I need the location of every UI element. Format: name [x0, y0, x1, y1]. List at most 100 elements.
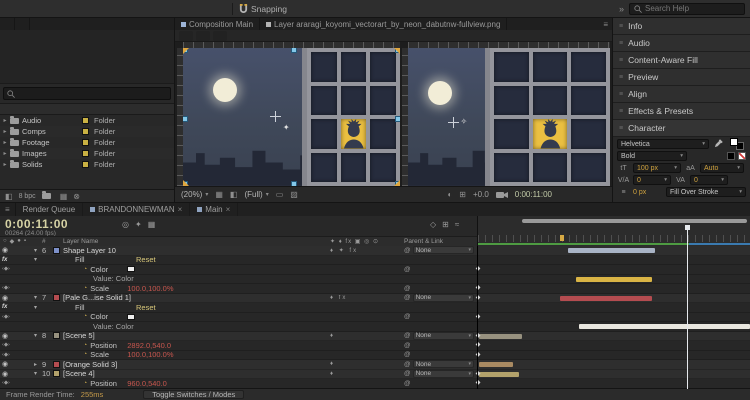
layer-anchor-crosshair[interactable] [448, 117, 459, 128]
parent-select[interactable]: None▾ [413, 294, 474, 302]
av-feature-cell[interactable]: ◉ fx ‹◆› [0, 370, 34, 378]
property-value[interactable]: 100.0,100.0% [127, 284, 173, 293]
av-feature-cell[interactable]: ◉ fx ‹◆› [0, 304, 34, 310]
parent-link-cell[interactable]: @ None▾ [404, 246, 477, 254]
project-color-depth[interactable]: 8 bpc [19, 193, 36, 200]
parent-link-cell[interactable]: @ ▾ [404, 285, 477, 292]
timeline-row[interactable]: ◉ fx ‹◆› ◔ Scale 100.0,100.0% [0, 351, 750, 361]
timeline-row[interactable]: ◉ fx ‹◆› ◔ Value: Color @ [0, 275, 750, 285]
composition-view-right[interactable]: ✧ [402, 42, 610, 186]
project-item-row[interactable]: ▸ Audio Folder [0, 115, 174, 126]
layer-duration-track[interactable] [477, 275, 750, 284]
parent-link-cell[interactable]: @ ▾ [404, 266, 477, 273]
project-item-row[interactable]: ▸ Solids Folder [0, 159, 174, 170]
timeline-tab[interactable]: BRANDONNEWMAN × [83, 203, 190, 216]
panel-tab[interactable] [15, 18, 30, 30]
selection-handle[interactable] [396, 117, 400, 121]
solo-column-icon[interactable]: ● [17, 238, 21, 245]
twirl-icon[interactable]: ▾ [34, 247, 42, 254]
keyframe-navigator-icon[interactable]: ‹◆› [2, 266, 10, 272]
timeline-row[interactable]: ◉ fx ‹◆› ◔ Value: Color @ [0, 322, 750, 332]
visibility-eye-icon[interactable]: ◉ [2, 246, 8, 254]
composition-mini-tab[interactable] [179, 31, 193, 41]
label-color-swatch[interactable] [53, 370, 60, 377]
shy-layers-icon[interactable]: ▦ [148, 220, 156, 229]
frame-blend-icon[interactable]: ◇ [430, 220, 436, 229]
timeline-row[interactable]: ◉ fx ‹◆› ▾ ◔ Fill Reset @ [0, 303, 750, 313]
panel-header[interactable]: ≡ Content-Aware Fill [613, 52, 750, 69]
layer-name-cell[interactable]: ◔ Fill Reset [63, 303, 330, 312]
visibility-eye-icon[interactable]: ◉ [2, 332, 8, 340]
layer-duration-track[interactable]: ◆◆ [477, 341, 750, 350]
pick-whip-icon[interactable]: @ [404, 285, 411, 292]
effect-enabled-icon[interactable]: fx [2, 257, 7, 263]
parent-select[interactable]: None▾ [413, 360, 474, 368]
effect-enabled-icon[interactable]: fx [2, 304, 7, 310]
layer-duration-track[interactable] [477, 322, 750, 331]
pick-whip-icon[interactable]: @ [404, 361, 411, 368]
current-time-indicator[interactable] [687, 225, 688, 389]
av-feature-cell[interactable]: ◉ fx ‹◆› [0, 332, 34, 340]
timeline-tab[interactable]: Main × [190, 203, 238, 216]
parent-link-cell[interactable]: @ None▾ [404, 370, 477, 378]
property-value[interactable]: Reset [136, 303, 156, 312]
av-feature-cell[interactable]: ◉ fx ‹◆› [0, 285, 34, 291]
font-family-select[interactable]: Helvetica▾ [617, 139, 709, 149]
visibility-eye-icon[interactable]: ◉ [2, 370, 8, 378]
layer-duration-track[interactable]: ◆ [477, 294, 750, 303]
property-value[interactable]: 960.0,540.0 [127, 379, 167, 388]
layer-name-cell[interactable]: ◔ [Pale G...ise Solid 1] [63, 293, 330, 302]
timeline-row[interactable]: ◉ fx ‹◆› ◔ Position 2892.0,540.0 [0, 341, 750, 351]
layer-name-cell[interactable]: ◔ Scale 100.0,100.0% [63, 350, 330, 359]
label-color-swatch[interactable] [53, 361, 60, 368]
layer-number-header[interactable]: # [42, 238, 53, 245]
layer-switches[interactable]: ♦ fx [330, 295, 404, 301]
label-color-swatch[interactable] [53, 332, 60, 339]
twirl-icon[interactable]: ▾ [34, 370, 42, 377]
resolution-select[interactable]: (Full)▾ [244, 190, 268, 199]
timeline-row[interactable]: ◉ fx ‹◆› ◔ Color @ [0, 313, 750, 323]
composition-mini-flowchart-icon[interactable]: ◎ [122, 220, 129, 229]
layer-switches[interactable]: ♦ [330, 333, 404, 339]
layer-name-cell[interactable]: ◔ [Scene 4] [63, 369, 330, 378]
fill-stroke-color-swatch[interactable] [730, 138, 744, 150]
twirl-icon[interactable]: ▾ [34, 294, 42, 301]
keyframe-icon[interactable]: ◆ [476, 284, 481, 294]
timeline-row[interactable]: ◉ fx ‹◆› ▾ 7 ◔ [Pale G...ise Solid 1] ♦ … [0, 294, 750, 304]
project-search-input[interactable] [3, 87, 171, 100]
keyframe-icon[interactable]: ◆ [476, 265, 481, 275]
layer-name-cell[interactable]: ◔ [Orange Solid 3] [63, 360, 330, 369]
parent-select[interactable]: None▾ [413, 370, 474, 378]
twirl-icon[interactable]: ▾ [34, 256, 42, 263]
stopwatch-icon[interactable]: ◔ [83, 342, 87, 349]
layer-name-cell[interactable]: ◔ Scale 100.0,100.0% [63, 284, 330, 293]
switches-header[interactable]: ✦ ♦ fx ▣ ◎ ⊙ [330, 238, 404, 245]
twirl-icon[interactable]: ▸ [34, 361, 42, 368]
composition-mini-tab[interactable] [196, 31, 210, 41]
property-value[interactable]: 100.0,100.0% [127, 350, 173, 359]
keyframe-navigator-icon[interactable]: ‹◆› [2, 285, 10, 291]
layer-name-cell[interactable]: ◔ Value: Color [63, 322, 330, 331]
selection-handle[interactable] [183, 117, 187, 121]
composition-marker[interactable] [560, 235, 564, 241]
parent-link-cell[interactable]: @ None▾ [404, 360, 477, 368]
twirl-icon[interactable]: ▾ [34, 304, 42, 311]
timeline-row[interactable]: ◉ fx ‹◆› ▾ 6 ◔ Shape Layer 10 ♦ ✦ fx [0, 246, 750, 256]
twirl-icon[interactable]: ▸ [0, 117, 10, 124]
keyframe-navigator-icon[interactable]: ‹◆› [2, 380, 10, 386]
panel-tab[interactable]: Composition Main [175, 18, 260, 30]
layer-duration-track[interactable]: ◆◆ [477, 284, 750, 293]
parent-link-cell[interactable]: @ ▾ [404, 351, 477, 358]
workspace-overflow-icon[interactable]: » [619, 4, 624, 14]
stopwatch-icon[interactable]: ◔ [83, 285, 87, 292]
layer-duration-track[interactable]: ◆◆ [477, 370, 750, 379]
layer-duration-bar[interactable] [560, 296, 652, 301]
av-feature-cell[interactable]: ◉ fx ‹◆› [0, 257, 34, 263]
toggle-switches-modes-button[interactable]: Toggle Switches / Modes [143, 390, 244, 399]
twirl-icon[interactable]: ▸ [0, 139, 10, 146]
stopwatch-icon[interactable]: ◔ [83, 266, 87, 273]
delete-icon[interactable]: ⊗ [73, 192, 80, 201]
lock-column-icon[interactable]: ▪ [24, 238, 26, 245]
parent-link-cell[interactable]: @ None▾ [404, 332, 477, 340]
parent-select[interactable]: None▾ [413, 246, 474, 254]
